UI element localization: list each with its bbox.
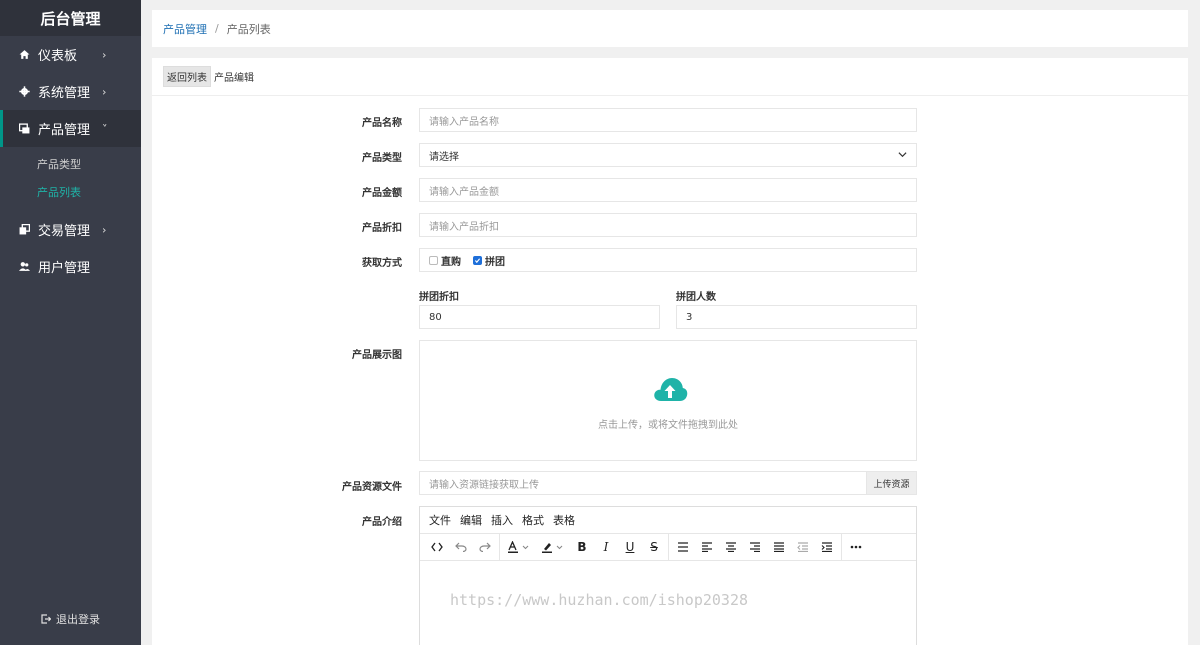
sidebar-item-label: 系统管理 xyxy=(38,86,91,101)
image-upload-dropzone[interactable]: 点击上传，或将文件拖拽到此处 xyxy=(419,340,917,461)
method-option-group[interactable]: 拼团 xyxy=(473,253,505,268)
indent-icon[interactable] xyxy=(815,535,839,559)
chevron-right-icon: › xyxy=(102,85,107,98)
watermark-text: https://www.huzhan.com/ishop20328 xyxy=(450,591,749,609)
home-icon xyxy=(18,49,30,61)
gear-icon xyxy=(18,86,30,98)
breadcrumb: 产品管理 / 产品列表 xyxy=(152,10,1188,47)
resource-label: 产品资源文件 xyxy=(342,482,402,493)
card-header: 返回列表 产品编辑 xyxy=(152,58,1188,96)
upload-hint: 点击上传，或将文件拖拽到此处 xyxy=(598,420,738,431)
product-name-input[interactable]: 请输入产品名称 xyxy=(419,108,917,132)
sidebar-item-label: 产品管理 xyxy=(38,123,91,138)
products-icon xyxy=(18,123,30,135)
more-icon[interactable] xyxy=(844,535,868,559)
undo-icon[interactable] xyxy=(449,535,473,559)
resource-url-placeholder: 请输入资源链接获取上传 xyxy=(429,479,539,491)
menu-file[interactable]: 文件 xyxy=(429,512,451,528)
menu-table[interactable]: 表格 xyxy=(553,512,575,528)
option-label: 直购 xyxy=(441,256,461,268)
toolbar-divider xyxy=(499,534,500,560)
name-label: 产品名称 xyxy=(362,118,402,129)
back-to-list-button[interactable]: 返回列表 xyxy=(163,66,211,87)
breadcrumb-current: 产品列表 xyxy=(226,22,271,36)
sidebar-item-trades[interactable]: 交易管理 › xyxy=(0,211,141,248)
discount-label: 产品折扣 xyxy=(362,223,402,234)
chevron-right-icon: › xyxy=(102,223,107,236)
products-submenu: 产品类型 产品列表 xyxy=(0,147,141,211)
type-label: 产品类型 xyxy=(362,153,402,164)
line-height-icon[interactable] xyxy=(671,535,695,559)
method-label: 获取方式 xyxy=(362,258,402,269)
menu-insert[interactable]: 插入 xyxy=(491,512,513,528)
logout-button[interactable]: 退出登录 xyxy=(41,612,100,626)
sidebar-subitem-product-types[interactable]: 产品类型 xyxy=(0,151,141,179)
align-left-icon[interactable] xyxy=(695,535,719,559)
product-edit-card: 返回列表 产品编辑 产品名称 请输入产品名称 产品类型 请选择 产品金额 请输入… xyxy=(152,58,1188,645)
editor-menubar: 文件 编辑 插入 格式 表格 xyxy=(420,507,916,534)
sidebar: 后台管理 仪表板 › 系统管理 › 产品管理 ˅ 产品类型 产品列表 交易管理 … xyxy=(0,0,141,645)
toolbar-divider xyxy=(668,534,669,560)
menu-edit[interactable]: 编辑 xyxy=(460,512,482,528)
group-discount-input[interactable]: 80 xyxy=(419,305,660,329)
logout-icon xyxy=(41,614,51,624)
product-discount-input[interactable]: 请输入产品折扣 xyxy=(419,213,917,237)
sidebar-item-products[interactable]: 产品管理 ˅ xyxy=(0,110,141,147)
text-color-icon[interactable] xyxy=(502,535,536,559)
users-icon xyxy=(18,261,30,273)
card-title: 产品编辑 xyxy=(214,73,254,84)
align-justify-icon[interactable] xyxy=(767,535,791,559)
align-right-icon[interactable] xyxy=(743,535,767,559)
breadcrumb-parent-link[interactable]: 产品管理 xyxy=(163,21,207,37)
underline-icon[interactable]: U xyxy=(618,535,642,559)
product-amount-input[interactable]: 请输入产品金额 xyxy=(419,178,917,202)
checkbox-checked[interactable] xyxy=(473,255,482,265)
resource-url-input[interactable]: 请输入资源链接获取上传 上传资源 xyxy=(419,471,917,495)
redo-icon[interactable] xyxy=(473,535,497,559)
bold-icon[interactable]: B xyxy=(570,535,594,559)
outdent-icon[interactable] xyxy=(791,535,815,559)
source-code-icon[interactable] xyxy=(425,535,449,559)
amount-label: 产品金额 xyxy=(362,188,402,199)
images-label: 产品展示图 xyxy=(352,350,402,361)
toolbar-divider xyxy=(841,534,842,560)
menu-format[interactable]: 格式 xyxy=(522,512,544,528)
chevron-down-icon xyxy=(898,150,907,161)
product-type-value: 请选择 xyxy=(429,151,459,163)
intro-label: 产品介绍 xyxy=(362,517,402,528)
sidebar-item-dashboard[interactable]: 仪表板 › xyxy=(0,36,141,73)
logout-label: 退出登录 xyxy=(56,613,100,626)
editor-toolbar: B I U S xyxy=(420,534,916,561)
main-area: 产品管理 / 产品列表 返回列表 产品编辑 产品名称 请输入产品名称 产品类型 … xyxy=(141,0,1200,645)
checkbox[interactable] xyxy=(429,255,438,265)
italic-icon[interactable]: I xyxy=(594,535,618,559)
align-center-icon[interactable] xyxy=(719,535,743,559)
method-option-direct[interactable]: 直购 xyxy=(429,253,461,268)
chevron-down-icon: ˅ xyxy=(102,122,108,135)
editor-content-area[interactable]: https://www.huzhan.com/ishop20328 xyxy=(420,561,916,645)
sidebar-item-users[interactable]: 用户管理 xyxy=(0,248,141,285)
method-checkbox-group: 直购 拼团 xyxy=(419,248,917,272)
product-type-select[interactable]: 请选择 xyxy=(419,143,917,167)
group-size-label: 拼团人数 xyxy=(676,292,716,303)
trades-icon xyxy=(18,224,30,236)
cloud-upload-icon xyxy=(654,378,688,401)
sidebar-item-label: 交易管理 xyxy=(38,224,91,239)
highlight-color-icon[interactable] xyxy=(536,535,570,559)
sidebar-item-system[interactable]: 系统管理 › xyxy=(0,73,141,110)
upload-resource-button[interactable]: 上传资源 xyxy=(866,472,916,494)
sidebar-item-label: 用户管理 xyxy=(38,261,91,276)
sidebar-subitem-product-list[interactable]: 产品列表 xyxy=(0,179,141,207)
strikethrough-icon[interactable]: S xyxy=(642,535,666,559)
sidebar-item-label: 仪表板 xyxy=(38,49,78,64)
breadcrumb-separator: / xyxy=(215,22,219,35)
group-size-input[interactable]: 3 xyxy=(676,305,917,329)
group-discount-label: 拼团折扣 xyxy=(419,292,459,303)
chevron-right-icon: › xyxy=(102,48,107,61)
rich-text-editor: 文件 编辑 插入 格式 表格 B I U S https://www.huzha… xyxy=(419,506,917,645)
option-label: 拼团 xyxy=(485,256,505,268)
app-logo: 后台管理 xyxy=(0,0,141,36)
